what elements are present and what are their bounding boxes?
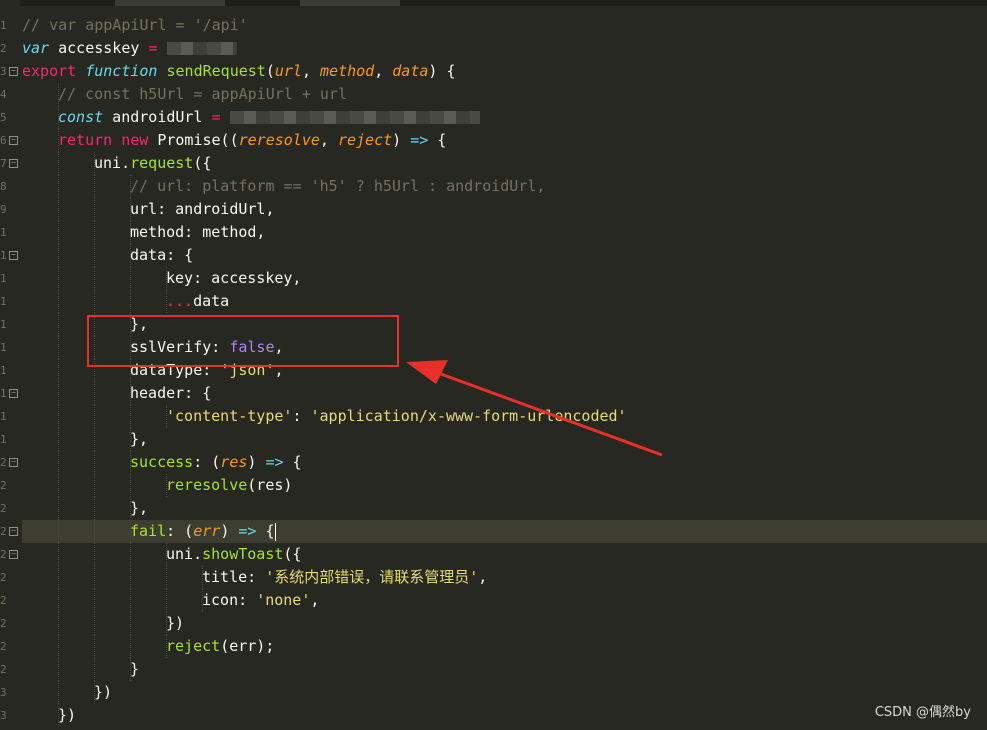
arrow-shaft bbox=[429, 368, 663, 457]
watermark: CSDN @偶然by bbox=[874, 705, 971, 720]
code-editor[interactable]: 123−456−7−891011−121314151617−181920−212… bbox=[0, 0, 987, 730]
arrow-head bbox=[406, 360, 448, 384]
annotation-arrow bbox=[406, 360, 663, 457]
